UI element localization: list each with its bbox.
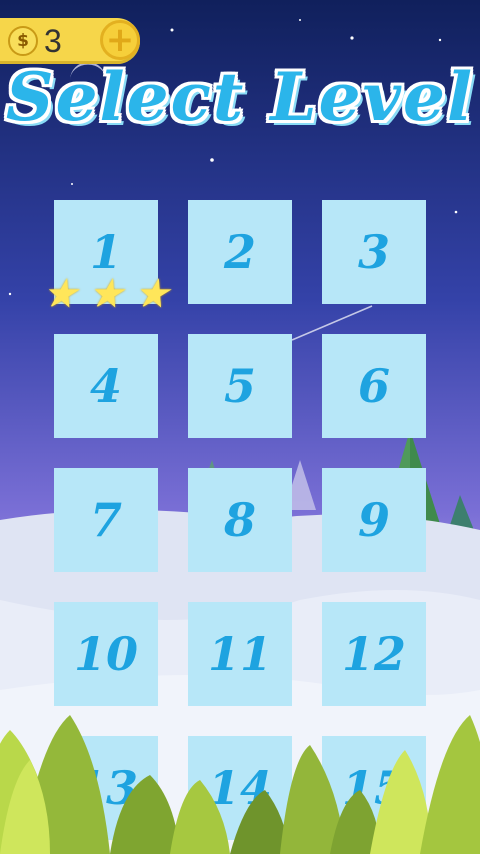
star-icon: ★ xyxy=(135,273,168,315)
level-button-10[interactable]: 10 xyxy=(54,602,158,706)
level-button-4[interactable]: 4 xyxy=(54,334,158,438)
star-icon: ★ xyxy=(44,273,77,315)
level-number: 13 xyxy=(73,761,138,815)
level-button-11[interactable]: 11 xyxy=(188,602,292,706)
level-button-7[interactable]: 7 xyxy=(54,468,158,572)
level-number: 14 xyxy=(207,761,272,815)
level-number: 10 xyxy=(73,627,138,681)
level-number: 6 xyxy=(357,359,390,413)
page-title: Select Level xyxy=(5,58,475,136)
level-button-13[interactable]: 13 xyxy=(54,736,158,840)
add-coins-button[interactable]: + xyxy=(100,20,140,60)
level-button-15[interactable]: 15 xyxy=(322,736,426,840)
level-button-5[interactable]: 5 xyxy=(188,334,292,438)
level-number: 3 xyxy=(357,225,390,279)
level-button-8[interactable]: 8 xyxy=(188,468,292,572)
level-button-14[interactable]: 14 xyxy=(188,736,292,840)
level-button-6[interactable]: 6 xyxy=(322,334,426,438)
level-number: 5 xyxy=(223,359,256,413)
level-button-2[interactable]: 2 xyxy=(188,200,292,304)
level-number: 7 xyxy=(89,493,122,547)
level-number: 12 xyxy=(341,627,406,681)
level-number: 4 xyxy=(89,359,122,413)
level-button-3[interactable]: 3 xyxy=(322,200,426,304)
coin-count: 3 xyxy=(44,23,62,59)
level-number: 11 xyxy=(207,627,272,681)
level-button-12[interactable]: 12 xyxy=(322,602,426,706)
level-button-1[interactable]: 1 ★ ★ ★ xyxy=(44,200,168,312)
level-number: 8 xyxy=(223,493,256,547)
level-number: 15 xyxy=(341,761,406,815)
dollar-coin-icon: $ xyxy=(8,26,38,56)
star-icon: ★ xyxy=(89,273,123,315)
level-number: 1 xyxy=(89,225,122,279)
level-number: 2 xyxy=(223,225,256,279)
level-button-9[interactable]: 9 xyxy=(322,468,426,572)
level-number: 9 xyxy=(357,493,390,547)
level-stars: ★ ★ ★ xyxy=(44,276,168,312)
